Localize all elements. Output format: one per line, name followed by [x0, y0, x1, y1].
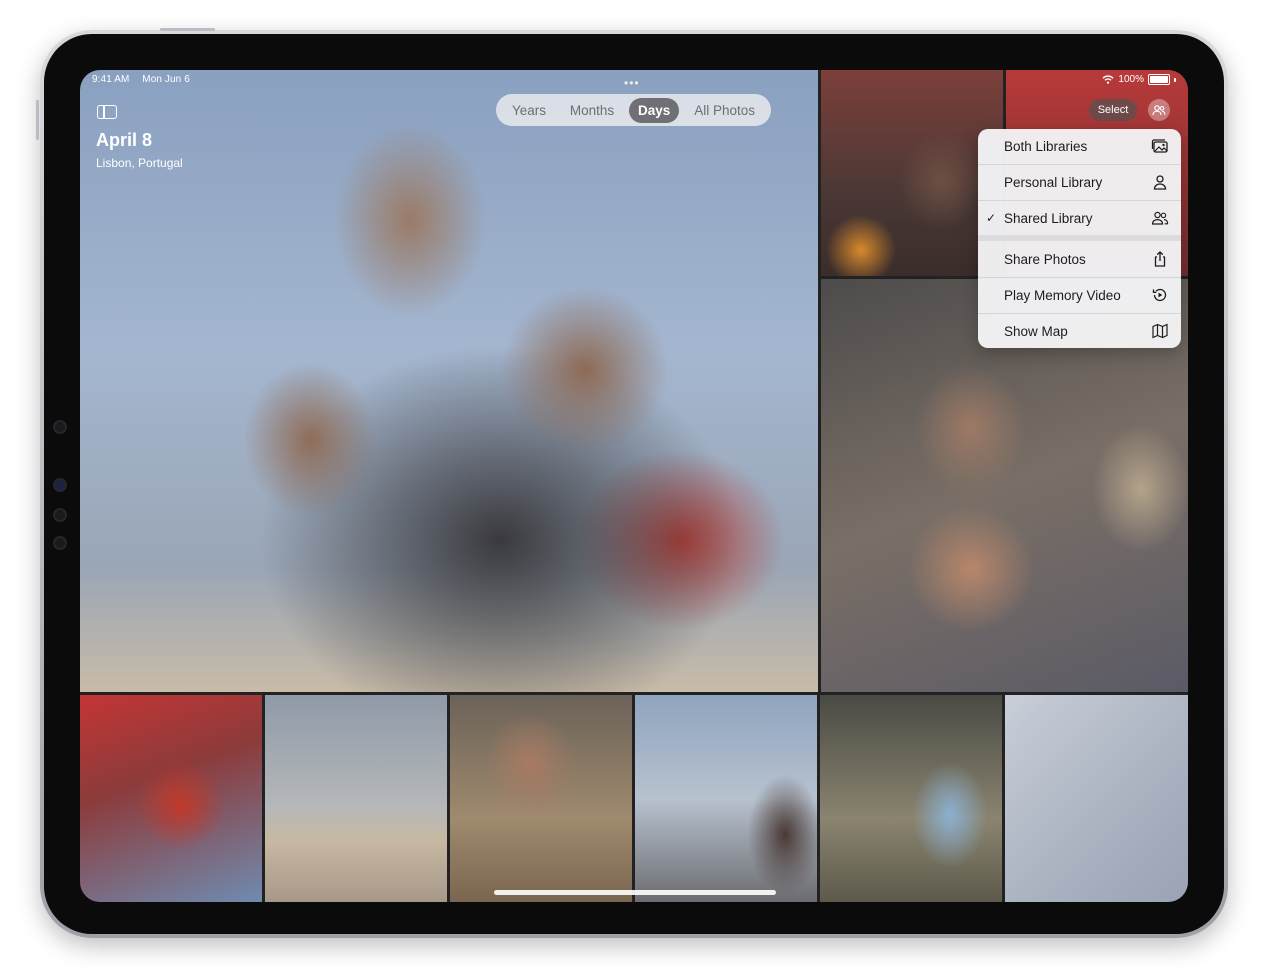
status-date: Mon Jun 6	[142, 74, 190, 85]
segment-months[interactable]: Months	[561, 98, 623, 123]
page-title: April 8	[96, 130, 153, 150]
menu-item-label: Personal Library	[1004, 174, 1103, 190]
photo-bottom-2[interactable]	[265, 695, 447, 902]
share-icon	[1154, 251, 1166, 267]
photo-hero-family[interactable]	[80, 70, 818, 692]
segment-years[interactable]: Years	[503, 98, 555, 123]
segment-days[interactable]: Days	[629, 97, 680, 123]
camera-dot	[53, 508, 67, 522]
menu-item-label: Share Photos	[1004, 251, 1086, 267]
library-view-segmented-control: Years Months Days All Photos	[496, 94, 771, 126]
photo-bottom-5[interactable]	[820, 695, 1002, 902]
photo-van-girl[interactable]	[821, 70, 1003, 276]
battery-icon	[1148, 74, 1170, 85]
menu-item-label: Show Map	[1004, 323, 1068, 339]
home-indicator[interactable]	[494, 890, 776, 895]
two-people-icon	[1151, 211, 1169, 225]
menu-item-play-memory-video[interactable]: Play Memory Video	[978, 278, 1181, 312]
menu-item-label: Shared Library	[1004, 210, 1093, 226]
battery-percentage: 100%	[1118, 74, 1144, 85]
top-button	[160, 28, 215, 31]
camera-dot	[53, 420, 67, 434]
page-subtitle: Lisbon, Portugal	[96, 156, 183, 170]
person-icon	[1153, 175, 1167, 190]
two-people-icon	[1152, 104, 1166, 115]
multitasking-dots-icon[interactable]: •••	[624, 76, 640, 90]
menu-item-show-map[interactable]: Show Map	[978, 314, 1181, 348]
checkmark-icon: ✓	[986, 211, 997, 225]
menu-item-both-libraries[interactable]: Both Libraries	[978, 129, 1181, 163]
screen: 9:41 AM Mon Jun 6 ••• 100% April 8 Lisbo…	[80, 70, 1188, 902]
library-menu: Both Libraries Personal Library ✓ Shared…	[978, 129, 1181, 348]
photo-bottom-1[interactable]	[80, 695, 262, 902]
segment-all-photos[interactable]: All Photos	[685, 98, 764, 123]
menu-item-label: Play Memory Video	[1004, 287, 1121, 303]
map-icon	[1152, 323, 1168, 339]
camera-lens	[53, 478, 67, 492]
status-time: 9:41 AM	[92, 74, 130, 85]
status-bar-left: 9:41 AM Mon Jun 6	[92, 74, 200, 85]
wifi-icon	[1102, 75, 1114, 84]
camera-dot	[53, 536, 67, 550]
status-bar-right: 100%	[1102, 74, 1176, 85]
volume-button	[36, 100, 39, 140]
photo-bottom-4[interactable]	[635, 695, 817, 902]
menu-item-share-photos[interactable]: Share Photos	[978, 242, 1181, 276]
library-menu-button[interactable]	[1148, 99, 1170, 121]
play-memory-icon	[1152, 288, 1167, 302]
select-button[interactable]: Select	[1089, 99, 1137, 121]
menu-section-gap	[978, 235, 1181, 241]
menu-item-shared-library[interactable]: ✓ Shared Library	[978, 201, 1181, 235]
photos-stack-icon	[1151, 139, 1168, 153]
photo-bottom-6[interactable]	[1005, 695, 1188, 902]
sidebar-toggle-icon[interactable]	[97, 105, 117, 119]
menu-item-label: Both Libraries	[1004, 138, 1088, 154]
menu-item-personal-library[interactable]: Personal Library	[978, 165, 1181, 199]
battery-tip	[1174, 77, 1176, 82]
photo-bottom-3[interactable]	[450, 695, 632, 902]
